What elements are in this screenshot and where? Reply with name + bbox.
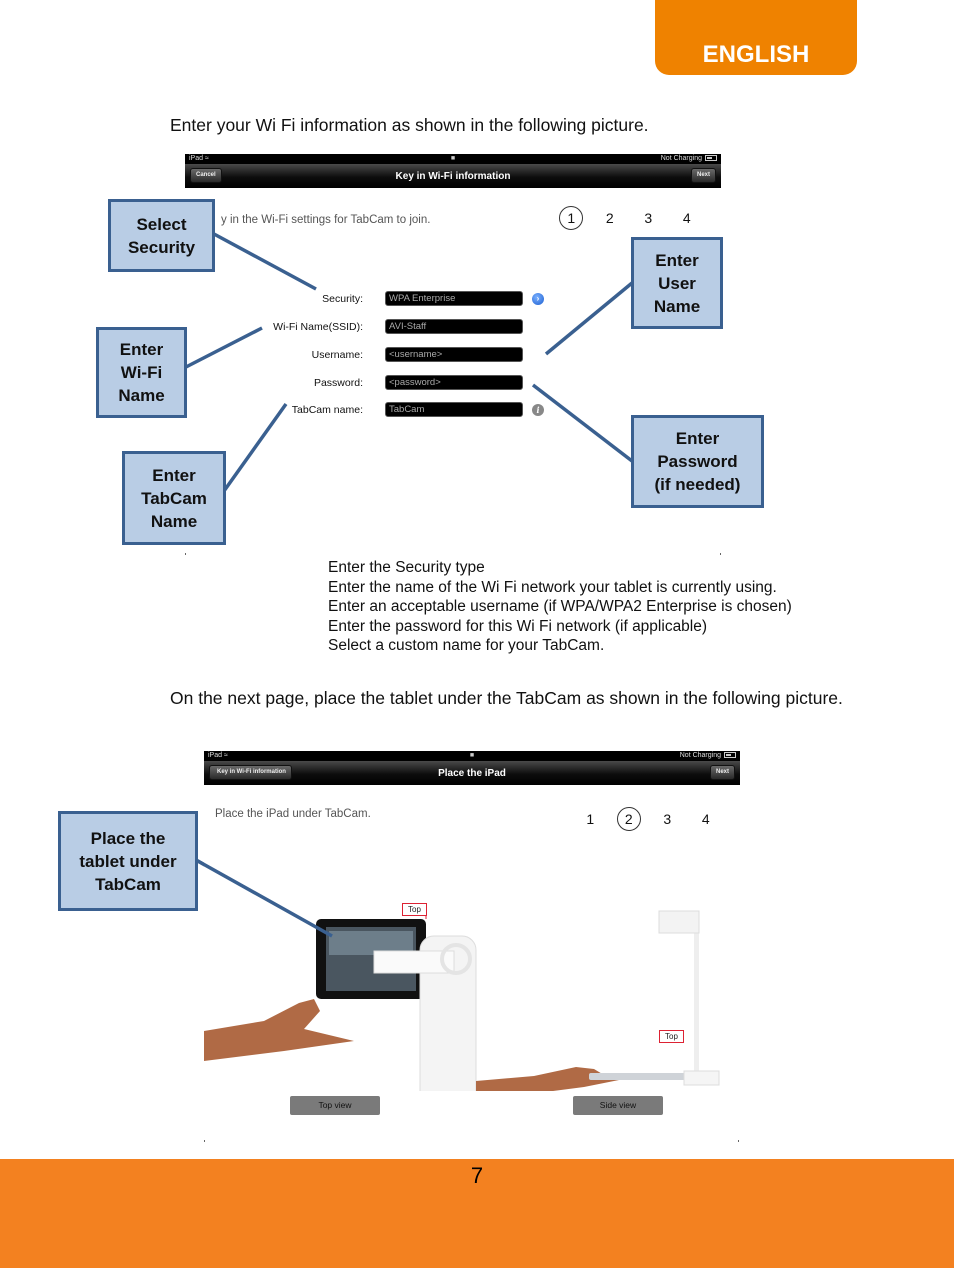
callout-enter-password: Enter Password (if needed) <box>631 415 764 508</box>
description-tabcam-name: Select a custom name for your TabCam. <box>328 637 605 655</box>
security-field[interactable]: WPA Enterprise <box>385 291 523 306</box>
device-label: iPad <box>208 752 223 759</box>
lock-icon: ■ <box>469 752 475 759</box>
password-row: Password: <password> <box>270 375 523 390</box>
callout-enter-tabcam-name: Enter TabCam Name <box>122 451 226 545</box>
callout-select-security: Select Security <box>108 199 215 272</box>
instruction-text: y in the Wi-Fi settings for TabCam to jo… <box>221 214 431 226</box>
step-2: 2 <box>610 807 649 831</box>
disclosure-arrow-icon[interactable]: › <box>532 292 544 305</box>
tabcam-name-row: TabCam name: TabCam i <box>270 402 544 417</box>
step-1: 1 <box>586 811 595 827</box>
step-3: 3 <box>663 811 672 827</box>
ssid-row: Wi-Fi Name(SSID): AVI-Staff <box>270 319 523 334</box>
intro-text: Enter your Wi Fi information as shown in… <box>170 115 649 135</box>
next-button[interactable]: Next <box>709 765 735 780</box>
back-button[interactable]: Key in Wi-Fi information <box>209 765 292 780</box>
charging-status: Not Charging <box>679 752 721 759</box>
description-security: Enter the Security type <box>328 559 485 576</box>
device-label: iPad <box>189 155 204 162</box>
tabcam-name-label: TabCam name: <box>291 403 363 416</box>
security-label: Security: <box>322 292 363 305</box>
charging-status: Not Charging <box>660 155 702 162</box>
language-tab: ENGLISH <box>655 0 857 75</box>
top-view-button[interactable]: Top view <box>290 1096 380 1115</box>
frame-corner-mark <box>738 1140 739 1142</box>
step-4: 4 <box>701 811 710 827</box>
username-field[interactable]: <username> <box>385 347 523 362</box>
nav-title: Place the iPad <box>438 767 506 779</box>
next-button[interactable]: Next <box>690 168 716 183</box>
place-ipad-screen-screenshot: iPad ≈ ■ Not Charging Key in Wi-Fi infor… <box>204 751 740 1141</box>
ssid-field[interactable]: AVI-Staff <box>385 319 523 334</box>
status-bar: iPad ≈ ■ Not Charging <box>185 154 721 164</box>
lock-icon: ■ <box>450 155 456 162</box>
step-2: 2 <box>605 210 614 226</box>
page-number: 7 <box>470 1163 484 1188</box>
tablet-side-shape <box>589 1073 689 1080</box>
ssid-label: Wi-Fi Name(SSID): <box>273 320 363 333</box>
top-label-tag-side: Top <box>659 1030 684 1043</box>
top-label-tag: Top <box>402 903 427 916</box>
username-row: Username: <username> <box>270 347 523 362</box>
password-label: Password: <box>313 376 363 389</box>
language-label: ENGLISH <box>702 41 810 68</box>
tabcam-name-field[interactable]: TabCam <box>385 402 523 417</box>
next-page-text: On the next page, place the tablet under… <box>170 688 843 708</box>
frame-corner-mark <box>185 553 186 555</box>
battery-icon <box>724 752 736 759</box>
username-label: Username: <box>311 348 363 361</box>
battery-icon <box>705 155 717 162</box>
top-view-illustration <box>204 910 720 1091</box>
nav-bar: Cancel Key in Wi-Fi information Next <box>185 164 721 188</box>
nav-bar: Key in Wi-Fi information Place the iPad … <box>204 761 740 785</box>
callout-enter-wifi-name: Enter Wi-Fi Name <box>96 327 187 418</box>
callout-enter-user-name: Enter User Name <box>631 237 723 329</box>
wifi-icon: ≈ <box>204 155 209 162</box>
callout-place-tablet: Place the tablet under TabCam <box>58 811 198 911</box>
field-description-list: Enter the Security type Enter the name o… <box>328 558 792 656</box>
page-footer: 7 <box>0 1159 954 1268</box>
tabcam-side-stand <box>694 911 699 1081</box>
step-1: 1 <box>552 206 591 230</box>
wifi-icon: ≈ <box>223 752 228 759</box>
step-3: 3 <box>644 210 653 226</box>
instruction-text: Place the iPad under TabCam. <box>215 808 371 820</box>
step-indicator: 1 2 3 4 <box>571 807 725 831</box>
step-4: 4 <box>682 210 691 226</box>
hand-shape <box>204 999 354 1061</box>
description-wifi-name: Enter the name of the Wi Fi network your… <box>328 578 777 596</box>
password-field[interactable]: <password> <box>385 375 523 390</box>
nav-title: Key in Wi-Fi information <box>395 170 511 182</box>
frame-corner-mark <box>720 553 721 555</box>
cancel-button[interactable]: Cancel <box>190 168 222 183</box>
status-bar: iPad ≈ ■ Not Charging <box>204 751 740 761</box>
info-icon[interactable]: i <box>532 403 544 416</box>
description-password: Enter the password for this Wi Fi networ… <box>328 617 708 635</box>
security-row: Security: WPA Enterprise › <box>270 291 544 306</box>
description-username: Enter an acceptable username (if WPA/WPA… <box>328 598 792 616</box>
frame-corner-mark <box>204 1140 205 1142</box>
step-indicator: 1 2 3 4 <box>552 206 706 230</box>
side-view-button[interactable]: Side view <box>573 1096 663 1115</box>
